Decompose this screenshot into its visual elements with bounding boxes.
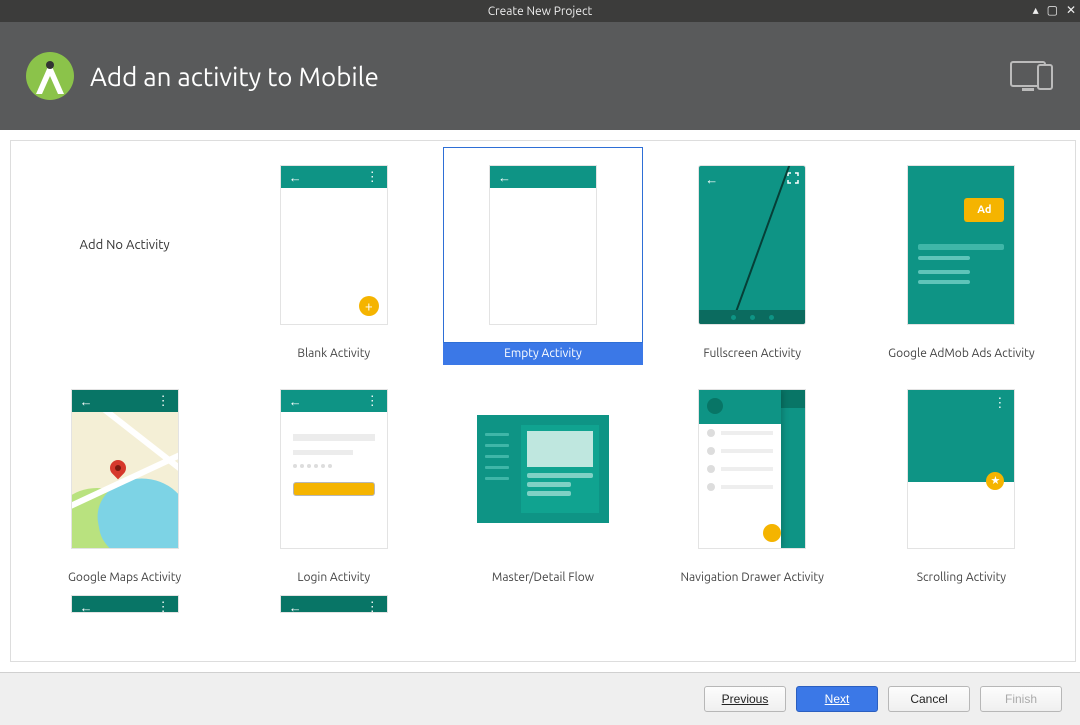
thumbnail-nav-drawer [698, 389, 806, 549]
back-arrow-icon: ← [289, 600, 302, 614]
template-partial-1[interactable]: ←⋮ [23, 593, 226, 615]
cancel-button[interactable]: Cancel [888, 686, 970, 712]
template-login-activity[interactable]: ←⋮ Login Activity [232, 369, 435, 591]
template-partial-2[interactable]: ←⋮ [232, 593, 435, 615]
next-button[interactable]: Next [796, 686, 878, 712]
page-title: Add an activity to Mobile [90, 62, 379, 91]
fab-icon: + [359, 296, 379, 316]
fab-icon: ★ [986, 472, 1004, 490]
template-blank-activity[interactable]: ← ⋮ + Blank Activity [232, 145, 435, 367]
back-arrow-icon: ← [80, 394, 93, 409]
thumbnail-blank: ← ⋮ + [280, 165, 388, 325]
device-form-factor-icon [1010, 59, 1056, 93]
template-label: Google Maps Activity [25, 567, 224, 589]
template-label: Master/Detail Flow [443, 567, 642, 589]
overflow-menu-icon: ⋮ [366, 600, 379, 614]
template-label: Fullscreen Activity [653, 343, 852, 365]
template-label: Add No Activity [80, 238, 170, 252]
template-scrolling-activity[interactable]: ⋮ ★ Scrolling Activity [860, 369, 1063, 591]
template-master-detail-flow[interactable]: Master/Detail Flow [441, 369, 644, 591]
android-studio-logo-icon [24, 50, 76, 102]
template-label: Google AdMob Ads Activity [862, 343, 1061, 365]
previous-button[interactable]: Previous [704, 686, 786, 712]
template-google-maps-activity[interactable]: ←⋮ Google Maps Activity [23, 369, 226, 591]
back-arrow-icon: ← [705, 172, 717, 184]
template-scroll-area[interactable]: Add No Activity ←⋮ + Blank Activity ← [10, 140, 1076, 662]
template-grid: Add No Activity ←⋮ + Blank Activity ← [23, 145, 1063, 615]
wizard-banner: Add an activity to Mobile [0, 22, 1080, 130]
overflow-menu-icon: ⋮ [366, 170, 379, 185]
back-arrow-icon: ← [80, 600, 93, 614]
close-icon[interactable]: ✕ [1066, 5, 1076, 17]
window-controls: ▴ ▢ ✕ [1033, 0, 1076, 22]
ad-badge: Ad [964, 198, 1004, 222]
back-arrow-icon: ← [498, 170, 511, 185]
template-label: Navigation Drawer Activity [653, 567, 852, 589]
content-frame: Add No Activity ←⋮ + Blank Activity ← [0, 130, 1080, 672]
finish-button: Finish [980, 686, 1062, 712]
titlebar: Create New Project ▴ ▢ ✕ [0, 0, 1080, 22]
thumbnail-scrolling: ⋮ ★ [907, 389, 1015, 549]
template-empty-activity[interactable]: ← Empty Activity [441, 145, 644, 367]
template-label: Empty Activity [443, 343, 642, 365]
thumbnail-maps: ←⋮ [71, 389, 179, 549]
overflow-menu-icon: ⋮ [366, 394, 379, 409]
window-title: Create New Project [488, 5, 593, 18]
template-fullscreen-activity[interactable]: ← Fullscreen Activity [651, 145, 854, 367]
thumbnail-login: ←⋮ [280, 389, 388, 549]
maximize-icon[interactable]: ▢ [1047, 5, 1058, 17]
thumbnail-master-detail [477, 415, 609, 523]
overflow-menu-icon: ⋮ [157, 394, 170, 409]
overflow-menu-icon: ⋮ [157, 600, 170, 614]
back-arrow-icon: ← [289, 394, 302, 409]
wizard-footer: Previous Next Cancel Finish [0, 672, 1080, 725]
expand-icon [787, 172, 799, 184]
thumbnail-empty: ← [489, 165, 597, 325]
overflow-menu-icon: ⋮ [993, 396, 1006, 411]
thumbnail-fullscreen: ← [698, 165, 806, 325]
template-admob-activity[interactable]: Ad Google AdMob Ads Activity [860, 145, 1063, 367]
minimize-icon[interactable]: ▴ [1033, 5, 1039, 17]
template-label: Scrolling Activity [862, 567, 1061, 589]
template-label: Login Activity [234, 567, 433, 589]
thumbnail-admob: Ad [907, 165, 1015, 325]
back-arrow-icon: ← [289, 170, 302, 185]
template-label: Blank Activity [234, 343, 433, 365]
template-add-no-activity[interactable]: Add No Activity [23, 145, 226, 367]
template-navigation-drawer-activity[interactable]: Navigation Drawer Activity [651, 369, 854, 591]
